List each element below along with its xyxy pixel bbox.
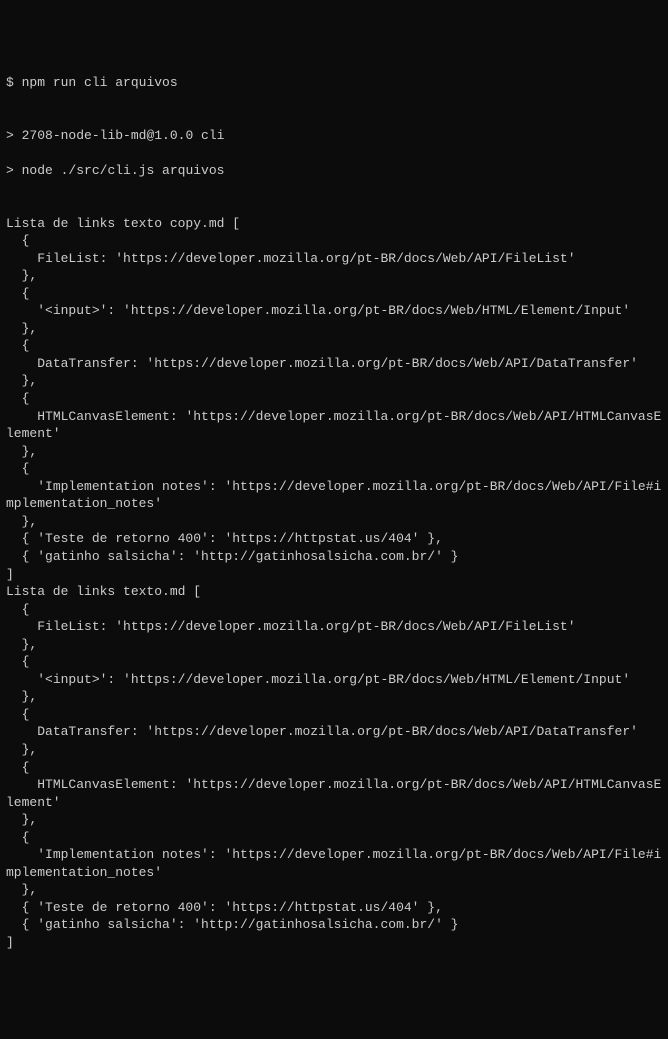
command-line: $ npm run cli arquivos [6, 74, 662, 92]
output-line: }, [6, 443, 662, 461]
output-line: { 'Teste de retorno 400': 'https://https… [6, 899, 662, 917]
output-line: Lista de links texto copy.md [ [6, 215, 662, 233]
terminal-output[interactable]: $ npm run cli arquivos > 2708-node-lib-m… [6, 74, 662, 951]
header-text: 2708-node-lib-md@1.0.0 cli [22, 128, 225, 143]
output-line: { [6, 390, 662, 408]
node-exec-line: > node ./src/cli.js arquivos [6, 162, 662, 180]
output-line: ] [6, 934, 662, 952]
output-line: '<input>': 'https://developer.mozilla.or… [6, 671, 662, 689]
output-line: { [6, 337, 662, 355]
output-line: Lista de links texto.md [ [6, 583, 662, 601]
output-line: { [6, 706, 662, 724]
output-line: { [6, 232, 662, 250]
output-line: FileList: 'https://developer.mozilla.org… [6, 250, 662, 268]
output-line: { 'gatinho salsicha': 'http://gatinhosal… [6, 916, 662, 934]
output-line: }, [6, 688, 662, 706]
output-line: HTMLCanvasElement: 'https://developer.mo… [6, 776, 662, 811]
output-line: { 'Teste de retorno 400': 'https://https… [6, 530, 662, 548]
output-line: FileList: 'https://developer.mozilla.org… [6, 618, 662, 636]
output-line: HTMLCanvasElement: 'https://developer.mo… [6, 408, 662, 443]
header-prefix: > [6, 163, 14, 178]
output-line: }, [6, 881, 662, 899]
output-line: 'Implementation notes': 'https://develop… [6, 846, 662, 881]
prompt-symbol: $ [6, 75, 14, 90]
output-line: { 'gatinho salsicha': 'http://gatinhosal… [6, 548, 662, 566]
output-line: { [6, 460, 662, 478]
npm-header-line: > 2708-node-lib-md@1.0.0 cli [6, 127, 662, 145]
output-line: }, [6, 320, 662, 338]
output-line: { [6, 759, 662, 777]
output-line: '<input>': 'https://developer.mozilla.or… [6, 302, 662, 320]
output-line: { [6, 829, 662, 847]
output-line: 'Implementation notes': 'https://develop… [6, 478, 662, 513]
output-line: }, [6, 811, 662, 829]
output-line: DataTransfer: 'https://developer.mozilla… [6, 723, 662, 741]
output-body: Lista de links texto copy.md [ { FileLis… [6, 215, 662, 952]
output-line: }, [6, 267, 662, 285]
output-line: }, [6, 636, 662, 654]
output-line: ] [6, 566, 662, 584]
output-line: DataTransfer: 'https://developer.mozilla… [6, 355, 662, 373]
output-line: }, [6, 372, 662, 390]
output-line: }, [6, 741, 662, 759]
output-line: { [6, 601, 662, 619]
output-line: }, [6, 513, 662, 531]
header-text: node ./src/cli.js arquivos [22, 163, 225, 178]
header-prefix: > [6, 128, 14, 143]
command-text: npm run cli arquivos [22, 75, 178, 90]
output-line: { [6, 653, 662, 671]
output-line: { [6, 285, 662, 303]
